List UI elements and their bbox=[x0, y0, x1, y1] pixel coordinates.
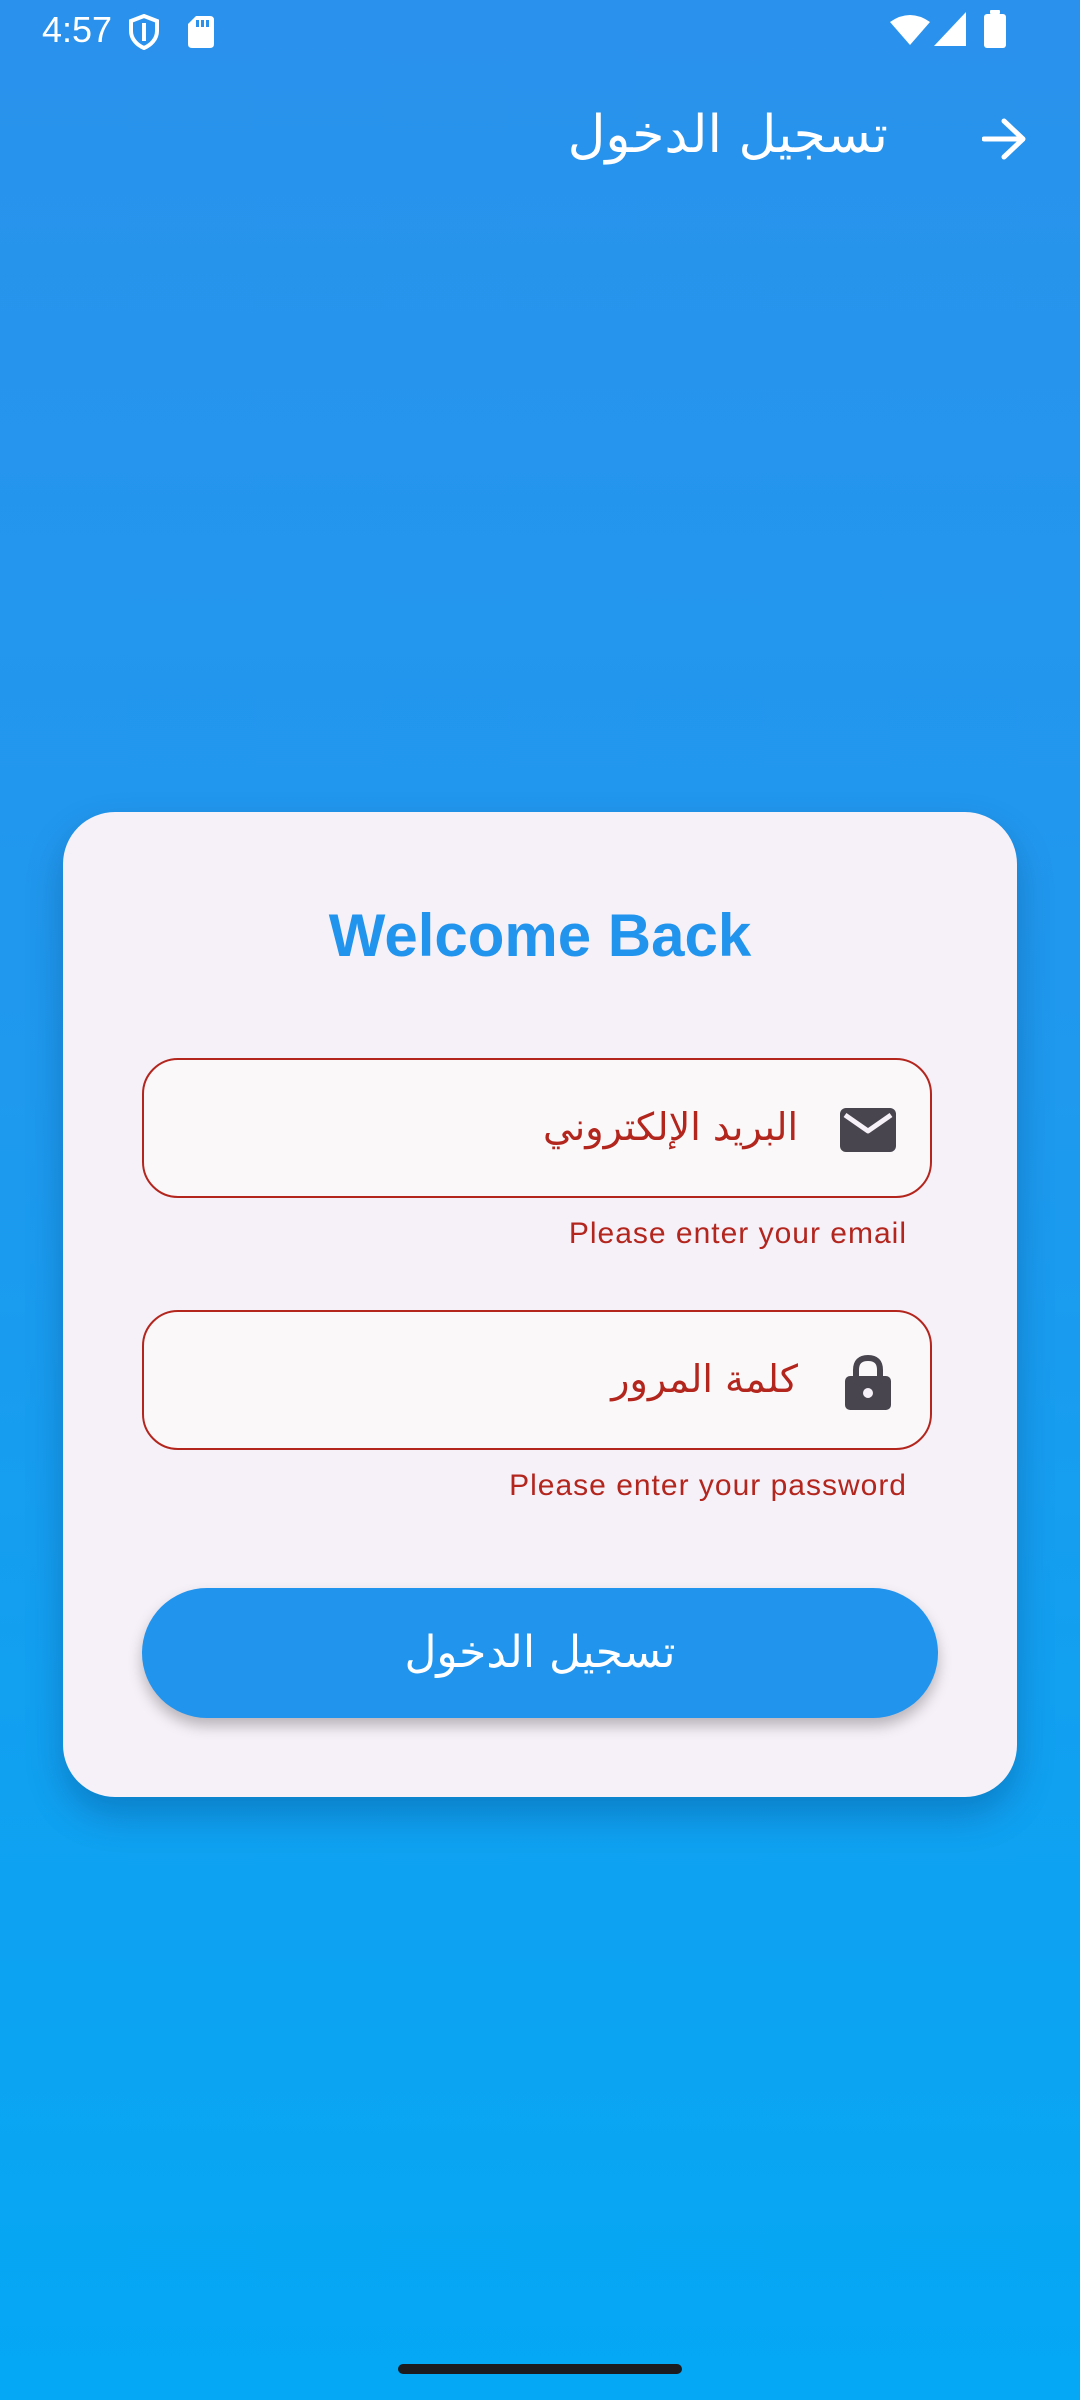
lock-icon bbox=[840, 1354, 896, 1410]
app-bar: تسجيل الدخول bbox=[0, 80, 1080, 190]
password-field-label: كلمة المرور bbox=[611, 1357, 798, 1401]
email-field-label: البريد الإلكتروني bbox=[543, 1105, 798, 1149]
email-error-text: Please enter your email bbox=[568, 1217, 907, 1250]
wifi-icon bbox=[890, 14, 930, 46]
page-title: تسجيل الدخول bbox=[567, 105, 888, 165]
sd-card-icon bbox=[188, 16, 214, 48]
home-indicator[interactable] bbox=[398, 2364, 682, 2374]
arrow-forward-icon bbox=[981, 118, 1028, 164]
email-field[interactable]: البريد الإلكتروني bbox=[142, 1058, 932, 1198]
login-card: Welcome Back البريد الإلكتروني Please en… bbox=[63, 812, 1017, 1797]
mail-icon bbox=[840, 1104, 896, 1156]
password-field[interactable]: كلمة المرور bbox=[142, 1310, 932, 1450]
back-button[interactable] bbox=[970, 106, 1040, 176]
shield-icon bbox=[128, 14, 160, 50]
login-button-label: تسجيل الدخول bbox=[404, 1627, 676, 1678]
status-bar: 4:57 bbox=[0, 0, 1080, 64]
status-time: 4:57 bbox=[42, 9, 113, 50]
signal-icon bbox=[934, 12, 966, 46]
battery-icon bbox=[984, 10, 1006, 48]
login-button[interactable]: تسجيل الدخول bbox=[142, 1588, 938, 1718]
password-error-text: Please enter your password bbox=[509, 1469, 907, 1502]
welcome-title: Welcome Back bbox=[328, 902, 752, 969]
